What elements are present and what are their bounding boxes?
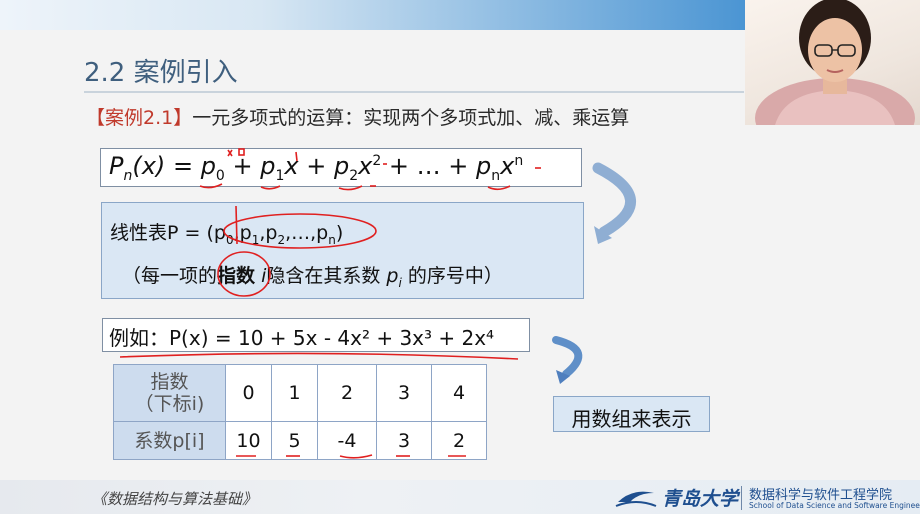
university-name: 青岛大学 — [662, 488, 739, 510]
index-cell: 4 — [431, 364, 487, 422]
case-tag: 【案例2.1】 — [86, 107, 193, 129]
index-cell: 0 — [225, 364, 272, 422]
table-header-index: 指数 （下标i) — [113, 364, 226, 422]
linear-list-tuple: (p0,p1,p2,…,pn) — [206, 222, 344, 247]
equals-sign: = — [172, 152, 201, 180]
example-formula: 例如：P(x) = 10 + 5x - 4x² + 3x³ + 2x⁴ — [109, 326, 495, 350]
note-bold: 指数 — [217, 265, 256, 287]
table-row-coefficient: 系数p[i] 10 5 -4 3 2 — [113, 421, 487, 460]
table-header-coefficient: 系数p[i] — [113, 421, 226, 460]
term-0: p0 — [200, 152, 225, 184]
course-name: 《数据结构与算法基础》 — [92, 490, 258, 508]
slide-title: 2.2 案例引入 — [84, 58, 238, 88]
university-logo-icon — [615, 491, 657, 507]
title-divider — [84, 91, 744, 93]
coefficient-cell: 2 — [431, 421, 487, 460]
presenter-silhouette — [755, 0, 915, 125]
coefficient-cell: 10 — [225, 421, 272, 460]
note-mid: 隐含在其系数 — [266, 265, 381, 287]
term-n: pnxn — [476, 152, 524, 184]
case-description: 一元多项式的运算：实现两个多项式加、减、乘运算 — [192, 107, 630, 129]
note-open: （每一项的 — [122, 265, 218, 287]
example-box: 例如：P(x) = 10 + 5x - 4x² + 3x³ + 2x⁴ — [102, 318, 530, 352]
array-representation-box: 用数组来表示 — [553, 396, 710, 432]
linear-list-note: （每一项的指数 i隐含在其系数 pi 的序号中） — [122, 261, 503, 290]
index-cell: 2 — [317, 364, 377, 422]
term-1: p1x — [260, 152, 299, 184]
footer-divider — [741, 486, 742, 510]
ellipsis: + … + — [388, 152, 477, 180]
coefficient-cell: 5 — [271, 421, 318, 460]
school-name-en: School of Data Science and Software Engi… — [749, 501, 920, 510]
linear-list-prefix: 线性表P = — [110, 222, 201, 244]
table-row-index: 指数 （下标i) 0 1 2 3 4 — [113, 364, 487, 422]
case-heading: 【案例2.1】一元多项式的运算：实现两个多项式加、减、乘运算 — [86, 103, 629, 130]
presenter-video — [745, 0, 920, 125]
note-close: 的序号中） — [407, 265, 503, 287]
coefficient-cell: 3 — [376, 421, 432, 460]
polynomial-formula: Pn(x) = p0 + p1x + p2x2 + … + pnxn — [109, 152, 524, 184]
linear-list-definition: 线性表P = (p0,p1,p2,…,pn) — [110, 218, 343, 247]
polynomial-box: Pn(x) = p0 + p1x + p2x2 + … + pnxn — [100, 148, 582, 187]
index-cell: 3 — [376, 364, 432, 422]
header-line-2: （下标i) — [134, 393, 205, 415]
array-representation-label: 用数组来表示 — [571, 407, 692, 431]
term-2: p2x2 — [333, 152, 382, 184]
index-cell: 1 — [271, 364, 318, 422]
curved-arrow-icon — [592, 162, 637, 244]
header-line-1: 指数 — [150, 371, 189, 393]
coefficient-cell: -4 — [317, 421, 377, 460]
curved-arrow-icon — [552, 336, 583, 384]
linear-list-box: 线性表P = (p0,p1,p2,…,pn) （每一项的指数 i隐含在其系数 p… — [101, 202, 584, 299]
coefficient-table: 指数 （下标i) 0 1 2 3 4 系数p[i] 10 5 -4 3 2 — [113, 364, 487, 460]
top-banner — [0, 0, 745, 30]
note-pi: pi — [386, 265, 402, 290]
